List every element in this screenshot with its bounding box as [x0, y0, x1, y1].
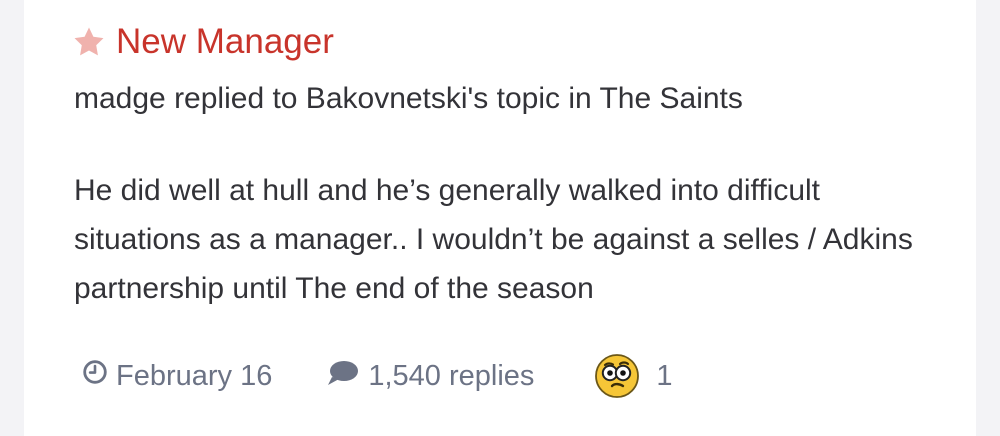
replies-meta: 1,540 replies: [326, 358, 534, 394]
reaction-meta: 1: [594, 353, 673, 399]
title-row: New Manager: [72, 22, 334, 62]
post-date: February 16: [116, 359, 273, 392]
comment-icon: [326, 358, 360, 394]
clock-icon: [82, 359, 108, 393]
activity-subtitle: madge replied to Bakovnetski's topic in …: [74, 82, 743, 115]
topic-title-link[interactable]: New Manager: [116, 22, 334, 62]
post-excerpt: He did well at hull and he’s generally w…: [74, 174, 913, 305]
confused-emoji-icon[interactable]: [594, 353, 640, 399]
star-icon: [72, 25, 106, 59]
meta-row: February 16 1,540 replies 1: [82, 354, 673, 398]
date-meta: February 16: [82, 359, 272, 393]
reply-count: 1,540 replies: [368, 359, 535, 392]
reaction-count: 1: [656, 359, 673, 392]
